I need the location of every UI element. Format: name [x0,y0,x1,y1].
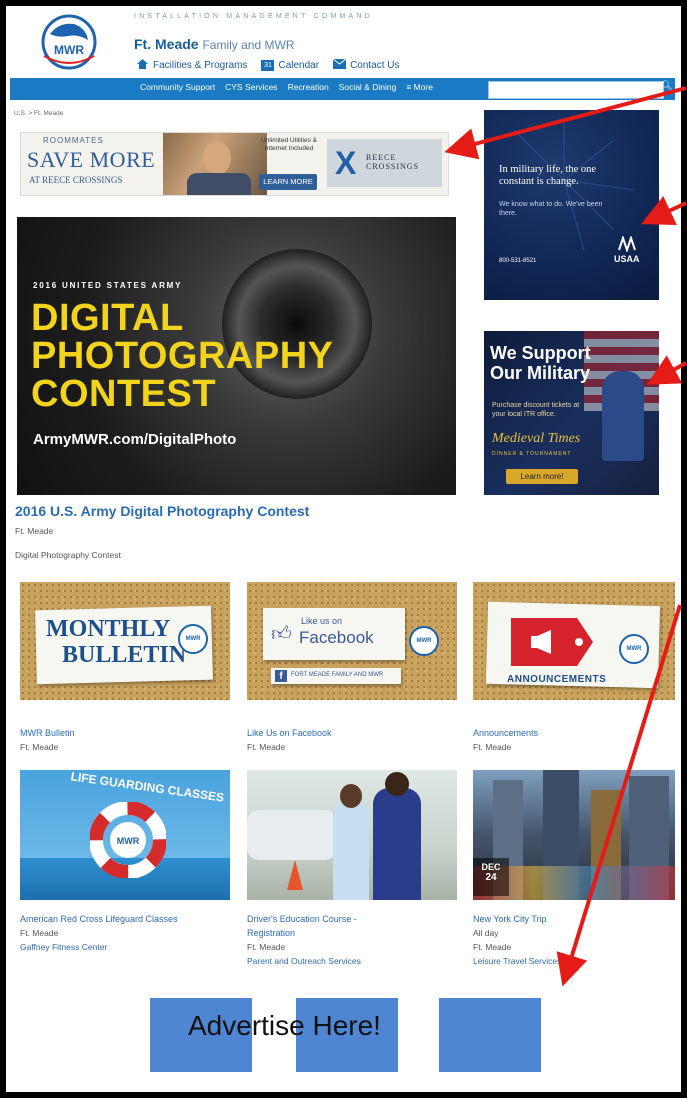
facilities-link[interactable]: Facilities & Programs [136,58,247,73]
nav-recreation[interactable]: Recreation [288,82,329,92]
tile-time: All day [473,928,499,938]
knight-image [602,371,644,461]
nav-more[interactable]: ≡ More [406,82,433,92]
mwr-logo-icon: MWR [619,634,649,664]
tile-location: Ft. Meade [473,942,512,952]
tile-caption-line2[interactable]: Registration [247,928,295,938]
site-title[interactable]: Ft. Meade Family and MWR [134,36,294,52]
site-title-rest: Family and MWR [202,38,295,52]
event-date-badge: DEC 24 [473,858,509,896]
medieval-times-ad[interactable]: We Support Our Military Purchase discount… [484,331,659,495]
announcements-tile[interactable]: MWR ANNOUNCEMENTS [473,582,675,700]
student-image [333,800,369,900]
org-name: INSTALLATION MANAGEMENT COMMAND [134,13,373,20]
tile-venue-link[interactable]: Gaffney Fitness Center [20,942,107,952]
usaa-ad[interactable]: In military life, the one constant is ch… [484,110,659,300]
facebook-icon: f [275,670,287,682]
tile-caption[interactable]: American Red Cross Lifeguard Classes [20,914,178,924]
main-navbar: Community Support CYS Services Recreatio… [10,78,675,100]
mwr-bulletin-tile[interactable]: MONTHLY BULLETIN MWR [20,582,230,700]
tile-caption[interactable]: MWR Bulletin [20,728,75,738]
reece-x-logo: X [335,145,357,181]
breadcrumb[interactable]: U.S. > Ft. Meade [14,110,63,117]
article-description: Digital Photography Contest [15,550,121,560]
advert-placeholder-3 [439,998,541,1072]
mwr-logo-icon: MWR [409,626,439,656]
calendar-icon: 31 [261,60,275,71]
nyc-trip-tile[interactable]: DEC 24 [473,770,675,900]
instructor-image [373,788,421,900]
tile-location: Ft. Meade [20,742,59,752]
house-icon [136,58,149,73]
person-image [203,141,231,175]
facebook-tile[interactable]: 👍︎ Like us on Facebook MWR f FORT MEADE … [247,582,457,700]
svg-text:MWR: MWR [54,43,84,57]
tile-venue-link[interactable]: Parent and Outreach Services [247,956,361,966]
calendar-link[interactable]: 31 Calendar [261,58,319,73]
tile-location: Ft. Meade [247,942,286,952]
tile-venue-link[interactable]: Leisure Travel Services [473,956,561,966]
mwr-logo[interactable]: MWR [34,14,104,78]
usaa-logo: USAA [614,234,640,264]
nav-items: Community Support CYS Services Recreatio… [140,82,433,92]
megaphone-tag-icon [511,618,593,666]
search-icon[interactable]: 🔍︎ [660,81,674,97]
site-title-bold: Ft. Meade [134,36,199,52]
mwr-logo-icon: MWR [178,624,208,654]
tile-location: Ft. Meade [473,742,512,752]
search-input[interactable] [488,81,664,99]
learn-more-button[interactable]: Learn more! [506,469,578,484]
article-location: Ft. Meade [15,526,54,536]
article-title[interactable]: 2016 U.S. Army Digital Photography Conte… [15,503,309,519]
life-ring-icon: MWR [90,802,166,878]
nav-community-support[interactable]: Community Support [140,82,215,92]
nav-cys-services[interactable]: CYS Services [225,82,277,92]
lifeguard-tile[interactable]: MWR LIFE GUARDING CLASSES [20,770,230,900]
tile-caption[interactable]: Driver's Education Course - [247,914,357,924]
top-links: Facilities & Programs 31 Calendar Contac… [136,58,400,73]
tile-caption[interactable]: Announcements [473,728,538,738]
mail-icon [332,58,347,72]
svg-text:MWR: MWR [117,836,140,846]
reece-brand: REECE CROSSINGS [366,153,420,171]
reece-crossings-ad[interactable]: ROOMMATES SAVE MORE AT REECE CROSSINGS U… [20,132,449,196]
learn-more-button[interactable]: LEARN MORE [259,174,317,190]
nav-social-dining[interactable]: Social & Dining [339,82,397,92]
tile-caption[interactable]: Like Us on Facebook [247,728,332,738]
hero-banner[interactable]: 2016 UNITED STATES ARMY DIGITAL PHOTOGRA… [17,217,456,495]
tile-location: Ft. Meade [20,928,59,938]
tile-location: Ft. Meade [247,742,286,752]
tile-caption[interactable]: New York City Trip [473,914,547,924]
contact-link[interactable]: Contact Us [332,58,400,73]
drivers-ed-tile[interactable] [247,770,457,900]
advertise-here-label: Advertise Here! [188,1010,381,1041]
thumbs-up-icon: 👍︎ [271,623,292,645]
